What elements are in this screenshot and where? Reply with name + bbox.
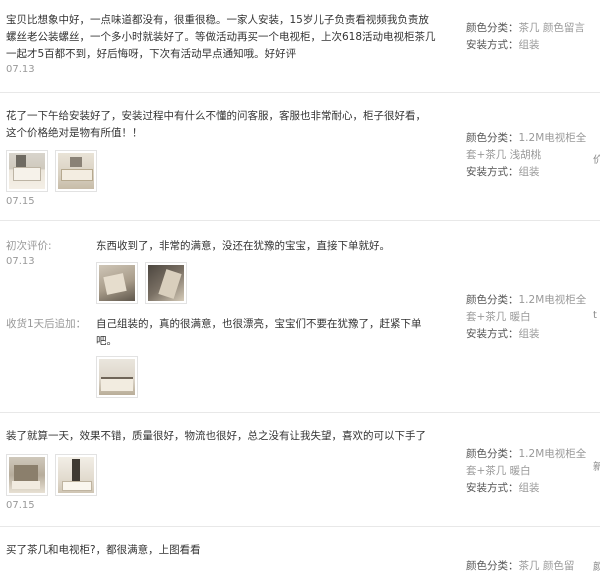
install-key: 安装方式： (466, 166, 519, 178)
divider (0, 220, 600, 221)
divider (0, 412, 600, 413)
review-date: 07.15 (6, 196, 35, 207)
sku-info: 颜色分类：茶几 颜色留 (466, 558, 590, 575)
install-value: 组装 (518, 39, 540, 51)
review-text: 买了茶几和电视柜?，都很满意，上图看看 (6, 544, 201, 556)
review-photos (6, 454, 97, 496)
followup-photos (96, 356, 138, 398)
review-photo[interactable] (55, 454, 97, 496)
install-value: 组装 (518, 482, 540, 494)
review-text: 花了一下午给安装好了，安装过程中有什么不懂的问客服，客服也非常耐心，柜子很好看，… (6, 110, 426, 139)
color-value: 茶几 颜色留言 (518, 22, 585, 34)
sku-info: 颜色分类：1.2M电视柜全套+茶几 暖白 安装方式：组装 (466, 446, 590, 497)
review-date: 07.15 (6, 500, 35, 511)
color-key: 颜色分类： (466, 560, 519, 572)
review-date: 07.13 (6, 64, 35, 75)
install-key: 安装方式： (466, 482, 519, 494)
review-date: 07.13 (6, 256, 35, 267)
divider (0, 92, 600, 93)
review-photo[interactable] (145, 262, 187, 304)
install-key: 安装方式： (466, 39, 519, 51)
clipped-text: 新 (593, 462, 600, 473)
sku-info: 颜色分类：茶几 颜色留言 安装方式：组装 (466, 20, 590, 54)
color-key: 颜色分类： (466, 132, 519, 144)
install-value: 组装 (518, 166, 540, 178)
review-text: 东西收到了，非常的满意，没还在犹豫的宝宝，直接下单就好。 (96, 240, 390, 252)
sku-info: 颜色分类：1.2M电视柜全套+茶几 暖白 安装方式：组装 (466, 292, 590, 343)
review-photo[interactable] (96, 262, 138, 304)
color-key: 颜色分类： (466, 294, 519, 306)
review-photo[interactable] (55, 150, 97, 192)
review-photo[interactable] (6, 150, 48, 192)
review-text: 装了就算一天，效果不错，质量很好，物流也很好，总之没有让我失望，喜欢的可以下手了 (6, 430, 426, 442)
review-photo[interactable] (96, 356, 138, 398)
clipped-text: t (593, 310, 597, 321)
followup-text: 自己组装的，真的很满意，也很漂亮，宝宝们不要在犹豫了，赶紧下单吧。 (96, 318, 422, 347)
review-photo[interactable] (6, 454, 48, 496)
install-key: 安装方式： (466, 328, 519, 340)
color-value: 茶几 颜色留 (518, 560, 575, 572)
review-photos (6, 150, 97, 192)
clipped-text: 颜 (593, 562, 600, 573)
divider (0, 526, 600, 527)
review-photos (96, 262, 187, 304)
sku-info: 颜色分类：1.2M电视柜全套+茶几 浅胡桃 安装方式：组装 (466, 130, 590, 181)
clipped-text: 价 (593, 155, 600, 166)
install-value: 组装 (518, 328, 540, 340)
followup-review-label: 收货1天后追加： (6, 318, 87, 330)
color-key: 颜色分类： (466, 22, 519, 34)
initial-review-label: 初次评价: (6, 240, 52, 252)
review-text: 宝贝比想象中好，一点味道都没有，很重很稳。一家人安装，15岁儿子负责看视频我负责… (6, 14, 436, 60)
color-key: 颜色分类： (466, 448, 519, 460)
